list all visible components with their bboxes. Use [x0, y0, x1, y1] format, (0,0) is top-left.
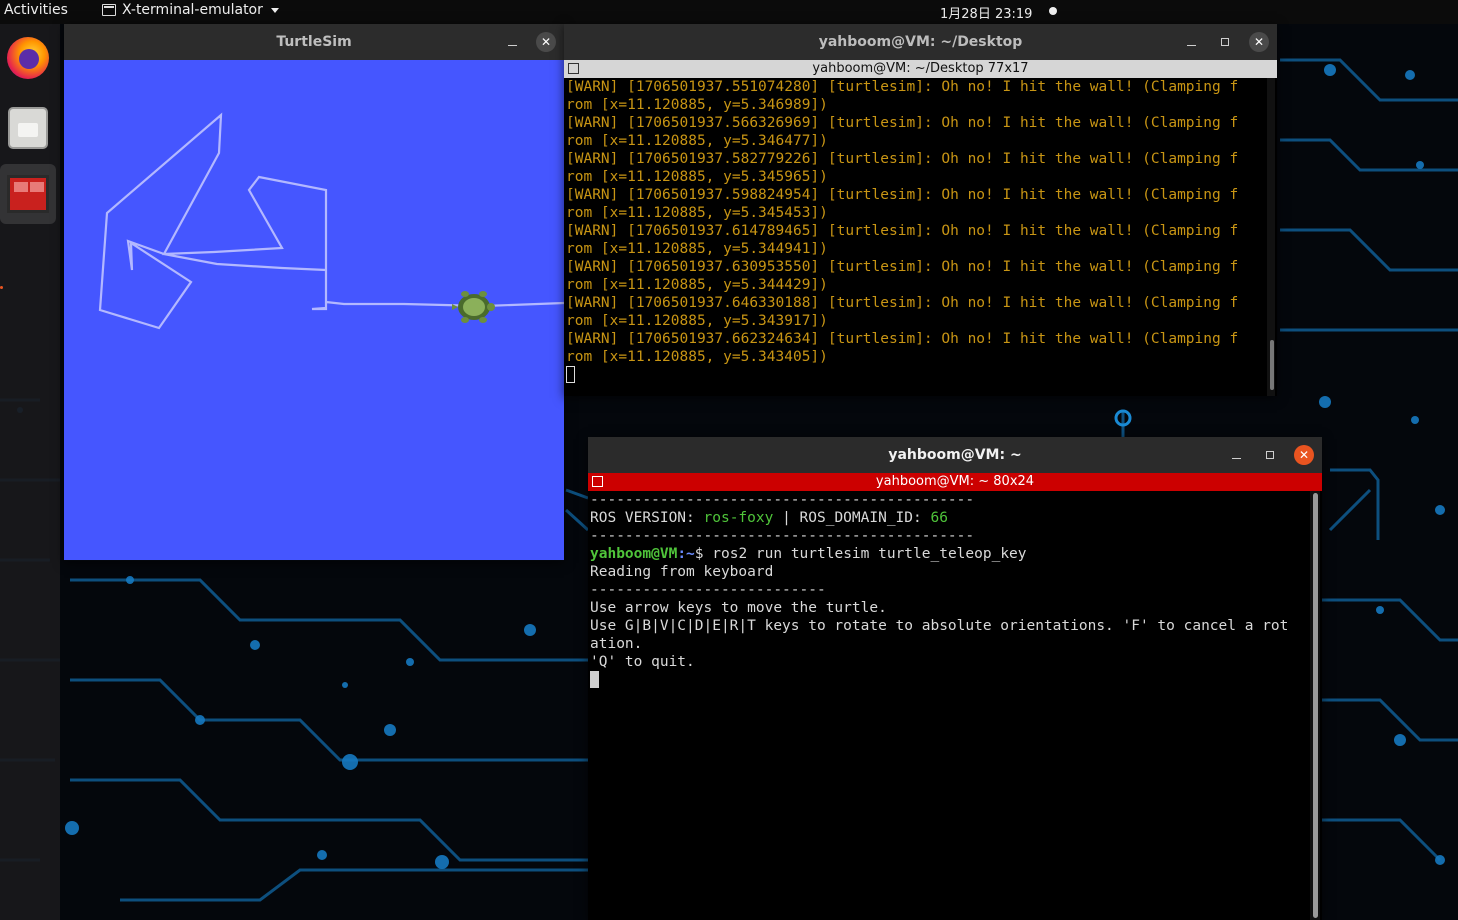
turtlesim-titlebar[interactable]: TurtleSim ✕ [64, 24, 564, 60]
log-line: rom [x=11.120885, y=5.346477]) [566, 133, 828, 149]
terminal-app-icon [102, 4, 116, 16]
scrollbar[interactable] [1267, 78, 1275, 396]
scrollbar[interactable] [1310, 491, 1320, 920]
close-button[interactable]: ✕ [1249, 32, 1269, 52]
terminal-cursor [566, 366, 575, 383]
ros-version-value: ros-foxy [703, 510, 774, 526]
ros-domain-label: | ROS_DOMAIN_ID: [773, 510, 931, 526]
window-title: yahboom@VM: ~ [888, 447, 1022, 463]
log-line: rom [x=11.120885, y=5.343405]) [566, 349, 828, 365]
maximize-button[interactable] [1260, 445, 1280, 465]
close-button[interactable]: ✕ [1294, 445, 1314, 465]
log-line: rom [x=11.120885, y=5.346989]) [566, 97, 828, 113]
output-line: Reading from keyboard [590, 564, 774, 580]
log-line: [WARN] [1706501937.551074280] [turtlesim… [566, 79, 1239, 95]
notification-dot-icon [1049, 7, 1057, 15]
output-line: --------------------------- [590, 582, 826, 598]
log-line: [WARN] [1706501937.598824954] [turtlesim… [566, 187, 1239, 203]
log-line: [WARN] [1706501937.630953550] [turtlesim… [566, 259, 1239, 275]
log-line: [WARN] [1706501937.646330188] [turtlesim… [566, 295, 1239, 311]
home-terminal-window[interactable]: yahboom@VM: ~ ✕ yahboom@VM: ~ 80x24 ----… [588, 437, 1322, 920]
prompt-user: yahboom@VM [590, 546, 678, 562]
turtlesim-canvas [64, 60, 564, 560]
close-button[interactable]: ✕ [536, 32, 556, 52]
output-line: Use arrow keys to move the turtle. [590, 600, 887, 616]
ros-domain-value: 66 [930, 510, 948, 526]
terminal-output[interactable]: ----------------------------------------… [588, 491, 1322, 920]
app-menu[interactable]: X-terminal-emulator [102, 2, 279, 18]
top-bar: Activities X-terminal-emulator 1月28日 23:… [0, 0, 1458, 24]
log-line: [WARN] [1706501937.566326969] [turtlesim… [566, 115, 1239, 131]
activities-button[interactable]: Activities [4, 2, 68, 18]
window-title: yahboom@VM: ~/Desktop [818, 34, 1023, 50]
separator-line: ----------------------------------------… [590, 492, 975, 508]
files-icon [8, 107, 48, 149]
firefox-icon [7, 37, 49, 79]
output-line: 'Q' to quit. [590, 654, 695, 670]
log-line: rom [x=11.120885, y=5.345965]) [566, 169, 828, 185]
output-line: Use G|B|V|C|D|E|R|T keys to rotate to ab… [590, 618, 1289, 634]
app-menu-label: X-terminal-emulator [122, 2, 263, 18]
dock-terminal[interactable] [0, 164, 56, 224]
log-line: [WARN] [1706501937.582779226] [turtlesim… [566, 151, 1239, 167]
terminal-menu-icon[interactable] [568, 63, 579, 74]
log-line: rom [x=11.120885, y=5.343917]) [566, 313, 828, 329]
log-line: [WARN] [1706501937.614789465] [turtlesim… [566, 223, 1239, 239]
ros-version-label: ROS VERSION: [590, 510, 704, 526]
terminal-subtitle: yahboom@VM: ~ 80x24 [875, 474, 1035, 489]
running-indicator-icon [0, 286, 3, 289]
log-line: rom [x=11.120885, y=5.345453]) [566, 205, 828, 221]
chevron-down-icon [270, 7, 279, 13]
terminal-icon [7, 175, 49, 213]
clock[interactable]: 1月28日 23:19 [940, 3, 1032, 22]
terminal-cursor [590, 671, 599, 688]
command-text: ros2 run turtlesim turtle_teleop_key [712, 546, 1027, 562]
window-title: TurtleSim [276, 34, 352, 50]
log-line: [WARN] [1706501937.662324634] [turtlesim… [566, 331, 1239, 347]
prompt-path: :~ [677, 546, 695, 562]
terminal-subtitle-bar: yahboom@VM: ~/Desktop 77x17 [564, 60, 1277, 78]
terminal-menu-icon[interactable] [592, 476, 603, 487]
turtlesim-window[interactable]: TurtleSim ✕ [64, 24, 564, 561]
minimize-button[interactable] [502, 32, 522, 52]
log-line: rom [x=11.120885, y=5.344429]) [566, 277, 828, 293]
scrollbar-thumb[interactable] [1313, 493, 1318, 918]
prompt-symbol: $ [694, 546, 713, 562]
dock [0, 24, 60, 920]
maximize-button[interactable] [1215, 32, 1235, 52]
desktop-terminal-titlebar[interactable]: yahboom@VM: ~/Desktop ✕ [564, 24, 1277, 60]
terminal-subtitle-bar: yahboom@VM: ~ 80x24 [588, 473, 1322, 491]
terminal-output[interactable]: [WARN] [1706501937.551074280] [turtlesim… [564, 78, 1277, 396]
scrollbar-thumb[interactable] [1270, 340, 1274, 390]
dock-firefox[interactable] [4, 34, 52, 82]
separator-line: ----------------------------------------… [590, 528, 975, 544]
desktop-terminal-window[interactable]: yahboom@VM: ~/Desktop ✕ yahboom@VM: ~/De… [564, 24, 1277, 396]
output-line: ation. [590, 636, 643, 652]
minimize-button[interactable] [1226, 445, 1246, 465]
home-terminal-titlebar[interactable]: yahboom@VM: ~ ✕ [588, 437, 1322, 473]
minimize-button[interactable] [1181, 32, 1201, 52]
terminal-subtitle: yahboom@VM: ~/Desktop 77x17 [812, 61, 1029, 76]
dock-files[interactable] [4, 104, 52, 152]
log-line: rom [x=11.120885, y=5.344941]) [566, 241, 828, 257]
